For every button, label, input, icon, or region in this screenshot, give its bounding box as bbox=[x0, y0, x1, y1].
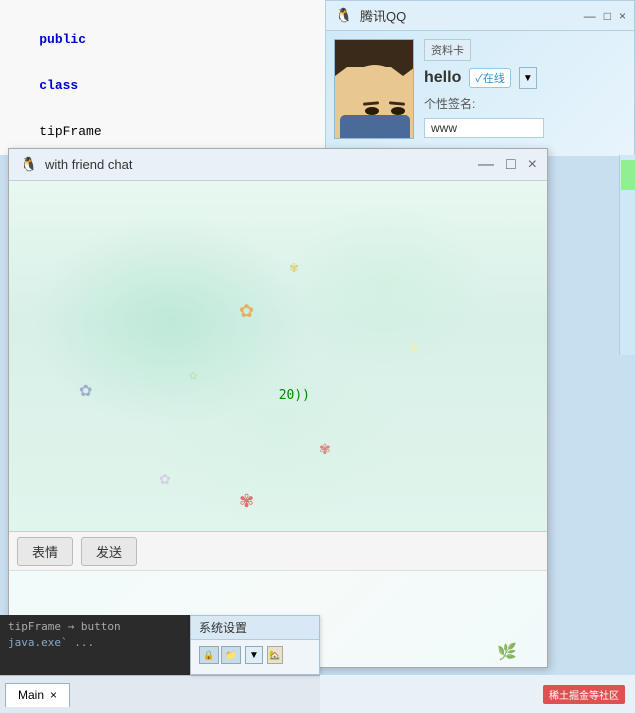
avatar-eyebrow-right bbox=[389, 101, 405, 105]
send-button[interactable]: 发送 bbox=[81, 537, 137, 566]
chat-input-toolbar: 表情 发送 bbox=[9, 531, 547, 571]
qq-close-btn[interactable]: × bbox=[619, 9, 626, 23]
settings-dropdown-btn[interactable]: ▼ bbox=[245, 646, 263, 664]
qq-titlebar: 🐧 腾讯QQ — □ × bbox=[326, 1, 634, 31]
emoji-button[interactable]: 表情 bbox=[17, 537, 73, 566]
chat-close-btn[interactable]: × bbox=[528, 156, 537, 174]
qq-username: hello bbox=[424, 69, 461, 87]
chat-background bbox=[9, 181, 547, 531]
flower-decoration-6: ✿ bbox=[159, 471, 171, 488]
qq-status-badge: ✓在线 bbox=[469, 68, 511, 88]
qq-profile-panel: 🐧 腾讯QQ — □ × bbox=[325, 0, 635, 155]
chat-titlebar: 🐧 with friend chat — □ × bbox=[9, 149, 547, 181]
qq-signature-value[interactable]: www bbox=[424, 118, 544, 138]
qq-status-text: ✓在线 bbox=[475, 70, 505, 86]
code-line-1: public class tipFrame extends bbox=[8, 5, 317, 155]
class-name: tipFrame bbox=[39, 124, 101, 139]
system-settings-content: 🔒 📁 ▼ 🏡 bbox=[191, 640, 319, 670]
qq-penguin-logo: 🐧 bbox=[334, 6, 354, 26]
settings-icon-group: 🔒 📁 bbox=[199, 646, 241, 664]
flower-decoration-8: ✿ bbox=[189, 371, 197, 382]
qq-minimize-btn[interactable]: — bbox=[584, 9, 596, 23]
keyword-class: class bbox=[39, 78, 78, 93]
csdn-area: 稀土掘金等社区 bbox=[320, 675, 635, 713]
code-editor-top: public class tipFrame extends private Co… bbox=[0, 0, 325, 155]
settings-lock-icon[interactable]: 🔒 bbox=[199, 646, 219, 664]
flower-decoration-7: ✾ bbox=[239, 491, 254, 512]
flower-decoration-3: ✿ bbox=[79, 381, 92, 401]
qq-titlebar-left: 🐧 腾讯QQ bbox=[334, 6, 406, 26]
tab-main-label: Main bbox=[18, 688, 44, 702]
green-number: 20)) bbox=[279, 388, 310, 403]
system-settings-title: 系统设置 bbox=[191, 616, 319, 640]
qq-avatar bbox=[334, 39, 414, 139]
settings-folder-icon[interactable]: 📁 bbox=[221, 646, 241, 664]
avatar-eye-left bbox=[365, 107, 379, 115]
qq-status-dropdown[interactable]: ▼ bbox=[519, 67, 537, 89]
flower-decoration-5: ❀ bbox=[409, 341, 419, 355]
tab-main[interactable]: Main × bbox=[5, 683, 70, 707]
chat-titlebar-controls[interactable]: — □ × bbox=[478, 156, 537, 174]
qq-tab-label[interactable]: 资料卡 bbox=[424, 39, 471, 61]
avatar-face-skin bbox=[345, 65, 405, 120]
chat-penguin-icon: 🐧 bbox=[19, 155, 39, 175]
scroll-thumb bbox=[621, 160, 635, 190]
flower-decoration-2: ✾ bbox=[289, 261, 299, 275]
right-scrollbar[interactable] bbox=[619, 155, 635, 355]
settings-extra-icon[interactable]: 🏡 bbox=[267, 646, 283, 664]
qq-maximize-btn[interactable]: □ bbox=[604, 9, 611, 23]
tab-main-close[interactable]: × bbox=[50, 688, 57, 702]
avatar-face bbox=[335, 40, 414, 139]
qq-username-row: hello ✓在线 ▼ bbox=[424, 67, 626, 89]
system-settings-popup: 系统设置 🔒 📁 ▼ 🏡 bbox=[190, 615, 320, 675]
qq-signature-label: 个性签名: bbox=[424, 95, 626, 112]
chat-window: 🐧 with friend chat — □ × ✿ ✾ ✿ ✾ ❀ ✿ ✾ ✿… bbox=[8, 148, 548, 668]
csdn-badge: 稀土掘金等社区 bbox=[543, 685, 625, 704]
avatar-eyebrow-left bbox=[363, 101, 379, 105]
chat-message-area: ✿ ✾ ✿ ✾ ❀ ✿ ✾ ✿ bbox=[9, 181, 547, 531]
qq-profile-right: 资料卡 hello ✓在线 ▼ 个性签名: www bbox=[424, 39, 626, 148]
flower-decoration-4: ✾ bbox=[319, 441, 331, 458]
chat-titlebar-left: 🐧 with friend chat bbox=[19, 155, 132, 175]
chat-maximize-btn[interactable]: □ bbox=[506, 156, 516, 174]
qq-profile-content: 资料卡 hello ✓在线 ▼ 个性签名: www bbox=[326, 31, 634, 156]
qq-titlebar-controls[interactable]: — □ × bbox=[584, 9, 626, 23]
flower-decoration-1: ✿ bbox=[239, 301, 254, 322]
avatar-eye-right bbox=[391, 107, 405, 115]
avatar-body bbox=[340, 115, 410, 139]
qq-title: 腾讯QQ bbox=[360, 6, 406, 25]
chat-title: with friend chat bbox=[45, 157, 132, 172]
chat-minimize-btn[interactable]: — bbox=[478, 156, 494, 174]
leaf-decoration-7: 🌿 bbox=[497, 642, 517, 662]
keyword-public: public bbox=[39, 32, 86, 47]
